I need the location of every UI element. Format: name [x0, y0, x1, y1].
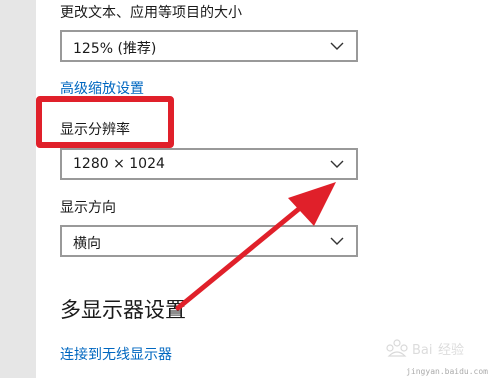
scale-label: 更改文本、应用等项目的大小	[60, 5, 242, 21]
scale-dropdown-value: 125% (推荐)	[73, 41, 157, 57]
advanced-scaling-link[interactable]: 高级缩放设置	[60, 78, 144, 98]
orientation-dropdown-value: 横向	[73, 236, 101, 252]
resolution-dropdown[interactable]: 1280 × 1024	[60, 148, 358, 180]
baidu-watermark-logo: Bai 经验	[386, 339, 464, 358]
svg-text:Bai: Bai	[412, 343, 433, 358]
multi-display-title: 多显示器设置	[60, 298, 186, 322]
chevron-down-icon	[330, 160, 344, 168]
left-edge-panel	[0, 0, 36, 378]
watermark-url: jingyan.baidu.com	[406, 367, 488, 376]
svg-text:经验: 经验	[438, 342, 464, 358]
orientation-label: 显示方向	[60, 200, 116, 216]
chevron-down-icon	[330, 237, 344, 245]
scale-dropdown[interactable]: 125% (推荐)	[60, 30, 358, 62]
orientation-dropdown[interactable]: 横向	[60, 225, 358, 257]
connect-wireless-display-link[interactable]: 连接到无线显示器	[60, 344, 172, 364]
chevron-down-icon	[330, 42, 344, 50]
resolution-dropdown-value: 1280 × 1024	[73, 156, 165, 172]
annotation-highlight-box	[36, 96, 174, 148]
